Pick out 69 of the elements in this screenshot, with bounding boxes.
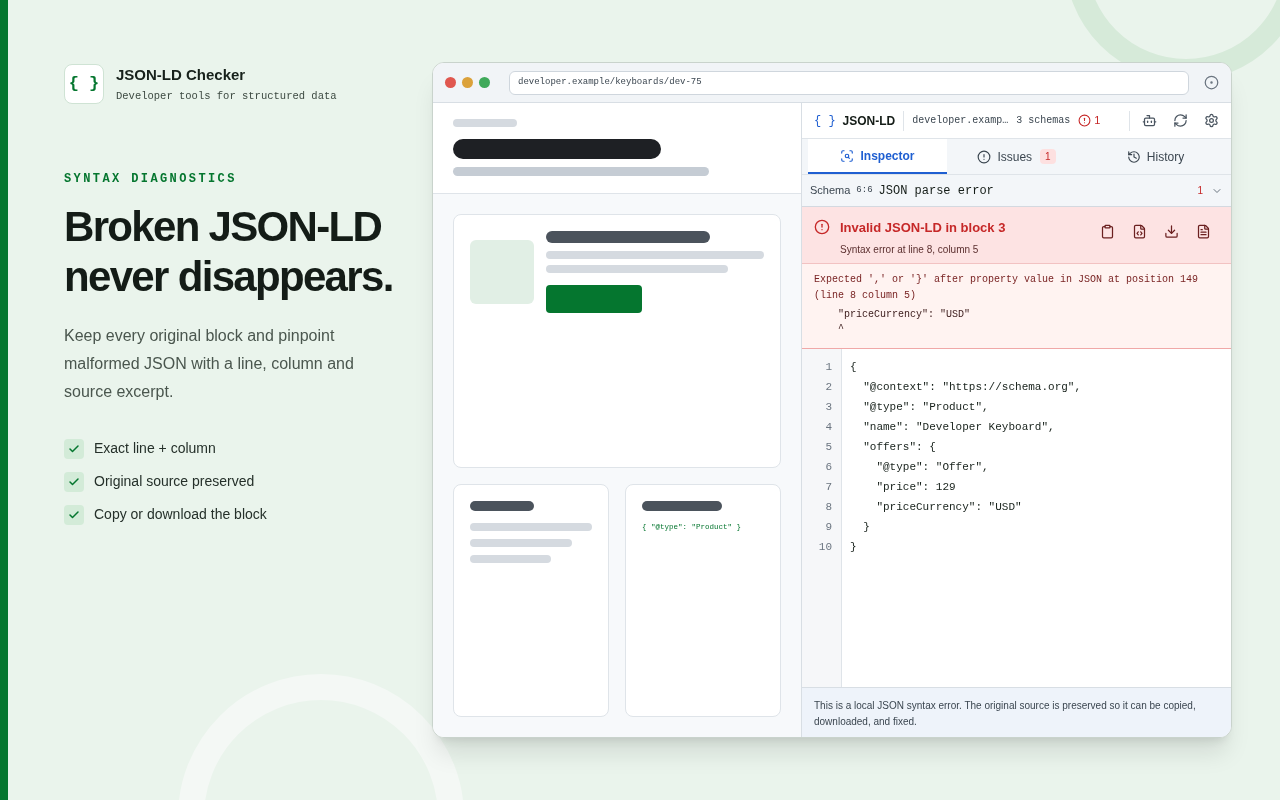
error-title: Invalid JSON-LD in block 3: [840, 219, 1006, 237]
error-message: Expected ',' or '}' after property value in JSON at position 149: [814, 273, 1200, 287]
code-line: "@context": "https://schema.org",: [862, 380, 1083, 395]
position-label: 6:6: [856, 183, 873, 197]
panel-tab[interactable]: History: [1086, 139, 1225, 174]
code-line: "@type": "Product",: [862, 400, 990, 415]
alert-icon: [814, 219, 830, 235]
placeholder-bar: [470, 501, 534, 511]
check-icon: [64, 504, 84, 525]
document-icon[interactable]: [1196, 224, 1211, 239]
extension-icon[interactable]: [1204, 75, 1219, 90]
code-line: "priceCurrency": "USD": [875, 500, 1023, 515]
robot-icon[interactable]: [1142, 113, 1157, 128]
eyebrow-label: SYNTAX DIAGNOSTICS: [64, 171, 238, 189]
error-message: (line 8 column 5): [814, 289, 918, 303]
line-number: 8: [824, 500, 833, 515]
code-line: }: [862, 520, 871, 535]
source-excerpt: ^: [837, 322, 845, 336]
line-number: 6: [824, 460, 833, 475]
placeholder-bar: [453, 119, 517, 127]
panel-tab[interactable]: Inspector: [808, 139, 947, 174]
address-field[interactable]: developer.example/keyboards/dev-75: [509, 70, 1189, 95]
footer-note: This is a local JSON syntax error. The original source is preserved so it can be copied, downloaded, and fixed.: [802, 687, 1231, 737]
code-line: "@type": "Offer",: [875, 460, 990, 475]
feature-text: Original source preserved: [94, 472, 255, 492]
schema-title: JSON parse error: [878, 182, 994, 200]
panel-tab[interactable]: Issues 1: [947, 139, 1086, 174]
schema-label: Schema: [810, 183, 851, 199]
code-line: "offers": {: [862, 440, 937, 455]
error-counter[interactable]: 1: [1078, 112, 1101, 129]
count-badge: 1: [1040, 149, 1056, 164]
line-number: 2: [824, 380, 833, 395]
panel-title: JSON-LD: [842, 112, 896, 130]
source-excerpt: "priceCurrency": "USD": [837, 308, 972, 322]
check-icon: [64, 471, 84, 492]
code-line: "price": 129: [875, 480, 957, 495]
feature-text: Exact line + column: [94, 439, 216, 459]
line-number: 3: [824, 400, 833, 415]
download-icon[interactable]: [1164, 224, 1179, 239]
schema-row[interactable]: Schema 6:6 JSON parse error 1: [802, 175, 1231, 207]
lead-paragraph: Keep every original block and pinpoint malformed JSON with a line, column and source excerpt.: [64, 326, 355, 403]
line-number: 9: [824, 520, 833, 535]
code-line: {: [850, 360, 858, 375]
line-number: 1: [824, 360, 833, 375]
line-number: 10: [817, 540, 833, 555]
schema-count: 3 schemas: [1016, 114, 1071, 128]
headline: Broken JSON-LD never disappears.: [64, 202, 394, 303]
line-number: 5: [824, 440, 833, 455]
braces-icon: { }: [814, 111, 836, 130]
refresh-icon[interactable]: [1173, 113, 1188, 128]
logo-badge: { }: [64, 64, 104, 105]
code-line: }: [850, 540, 858, 555]
code-file-icon[interactable]: [1132, 224, 1147, 239]
image-placeholder: [470, 240, 534, 304]
line-number: 7: [824, 480, 833, 495]
copy-icon[interactable]: [1100, 224, 1115, 239]
alert-icon: [977, 149, 992, 164]
feature-text: Copy or download the block: [94, 505, 267, 525]
issue-count: 1: [1197, 184, 1203, 198]
check-icon: [64, 438, 84, 459]
site-label: developer.examp…: [912, 114, 1009, 128]
error-subtitle: Syntax error at line 8, column 5: [840, 242, 980, 257]
code-line: "name": "Developer Keyboard",: [862, 420, 1056, 435]
settings-icon[interactable]: [1204, 113, 1219, 128]
line-number: 4: [824, 420, 833, 435]
inspect-icon: [840, 148, 855, 163]
brand-tagline: Developer tools for structured data: [116, 88, 337, 104]
brand-name: JSON-LD Checker: [116, 65, 247, 85]
history-icon: [1126, 149, 1141, 164]
